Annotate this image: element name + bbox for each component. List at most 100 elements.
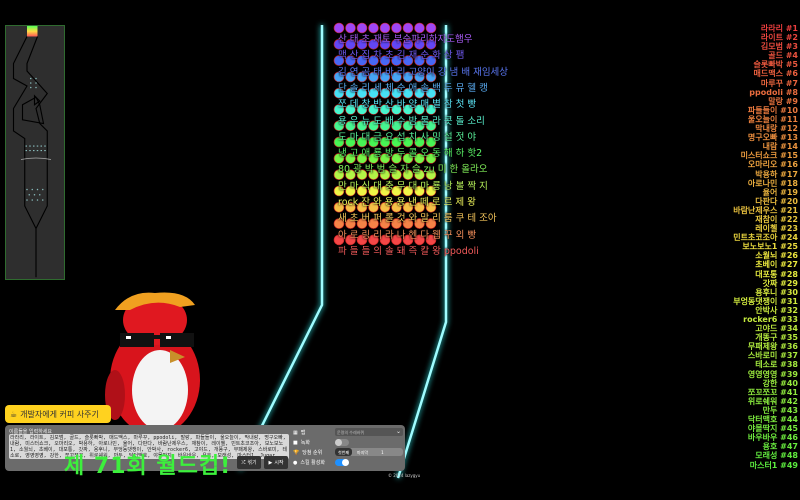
map-icon: ▦ (293, 429, 298, 436)
bomb-icon: ● (293, 459, 298, 466)
ranking-name: 레이첼 (755, 224, 778, 234)
ranking-position: #16 (777, 160, 798, 170)
marble-name-label: 파 들 들 의 솔 돼 즉 칼 왕 ppodoli (338, 245, 479, 257)
ranking-name: ppodoli (749, 87, 783, 97)
ranking-position: #35 (777, 333, 798, 343)
ranking-item: 율어 #19 (733, 188, 798, 197)
marble-name-label: rock 잔 와 용 용 낸 떼 로 르 제 왕 (338, 197, 476, 208)
ranking-item: 오마리오 #16 (733, 160, 798, 169)
skill-toggle[interactable] (335, 459, 349, 466)
winner-first-option[interactable]: 첫번째 (335, 448, 353, 456)
ranking-position: #36 (777, 342, 798, 352)
ranking-item: 고야드 #34 (733, 324, 798, 333)
ranking-list: 라라리 #1 라이트 #2 김모범 #3 골드 #4 슬롯빠박 #5 매드맥스 #6 마루꾸… (733, 24, 798, 470)
marble-name-label: 도 마 대 금 요 섭 치 사 밍 설 젓 야 (338, 131, 477, 143)
ranking-item: 갓짜 #29 (733, 279, 798, 288)
ranking-position: #45 (777, 424, 798, 434)
marble-name-label: 냉 고 애 룡 방 두 콜 오 동 해 하 핫2 (338, 148, 483, 160)
ranking-position: #31 (777, 296, 798, 306)
ranking-item: 만두 #43 (733, 406, 798, 415)
ranking-name: 내람 (762, 142, 778, 152)
ranking-item: 마스터1 #49 (733, 461, 798, 470)
ranking-name: 위로쉐워 (747, 396, 778, 406)
ranking-item: 바우바우 #46 (733, 433, 798, 442)
ranking-name: 울오늘이 (747, 114, 778, 124)
marble-name-label: 아 로 링 리 라 나 헨 다 웹 꾸 외 빵 (338, 229, 477, 241)
coffee-icon: ☕ (10, 409, 18, 419)
ranking-position: #6 (782, 69, 798, 79)
ranking-item: 말랑 #9 (733, 97, 798, 106)
ranking-position: #49 (777, 460, 798, 470)
ranking-item: 민트초코조아 #24 (733, 233, 798, 242)
ranking-position: #23 (777, 224, 798, 234)
winner-rank-input[interactable]: 1 (373, 448, 392, 456)
ranking-item: 파들들이 #10 (733, 106, 798, 115)
ranking-position: #32 (777, 305, 798, 315)
ranking-position: #34 (777, 324, 798, 334)
ranking-position: #4 (782, 51, 798, 61)
start-button[interactable]: ▶ 시작 (264, 456, 288, 469)
ranking-name: 라이트 (760, 33, 783, 43)
ranking-item: 테소로 #38 (733, 360, 798, 369)
ranking-item: rocker6 #33 (733, 315, 798, 324)
ranking-position: #47 (777, 442, 798, 452)
copyright: © 2024 lazygyu (388, 473, 421, 478)
ranking-item: 라이트 #2 (733, 33, 798, 42)
ranking-name: 명구오빠 (747, 133, 778, 143)
ranking-name: 갓짜 (762, 278, 778, 288)
ranking-item: 막내랑 #12 (733, 124, 798, 133)
ranking-item: 개똥구 #35 (733, 333, 798, 342)
play-icon: ▶ (268, 459, 273, 466)
ranking-name: 개똥구 (755, 333, 778, 343)
ranking-position: #9 (782, 96, 798, 106)
ranking-item: 무패제왕 #36 (733, 342, 798, 351)
ranking-name: 라라리 (760, 24, 783, 33)
shuffle-icon: ⤮ (241, 459, 246, 466)
ranking-item: 아로나민 #18 (733, 179, 798, 188)
ranking-item: 다판다 #20 (733, 197, 798, 206)
ranking-position: #39 (777, 369, 798, 379)
ranking-position: #22 (777, 214, 798, 224)
chevron-down-icon: ⌄ (395, 428, 401, 435)
ranking-position: #17 (777, 169, 798, 179)
ranking-name: 야몰딱지 (747, 424, 778, 434)
ranking-name: 모래성 (755, 451, 778, 461)
shuffle-button[interactable]: ⤮ 섞기 (237, 456, 261, 469)
ranking-name: 테소로 (755, 360, 778, 370)
ranking-position: #26 (777, 251, 798, 261)
ranking-name: 민트초코조아 (733, 233, 778, 243)
ranking-name: 소월뇌 (755, 251, 778, 261)
race-title: 제 71회 월드컵! (64, 454, 232, 479)
ranking-item: 위로쉐워 #42 (733, 397, 798, 406)
ranking-name: 고야드 (755, 324, 778, 334)
marble-name-label: 용 우 뉴 도 배 수 밤 물 라 콧 돌 소리 (338, 115, 485, 127)
ranking-item: 내람 #14 (733, 142, 798, 151)
ranking-name: 박용하 (755, 169, 778, 179)
winner-rank-selector: 첫번째 마지막 1 (335, 448, 403, 456)
ranking-item: 모래성 #48 (733, 451, 798, 460)
ranking-item: ppodoli #8 (733, 88, 798, 97)
ranking-position: #48 (777, 451, 798, 461)
ranking-position: #8 (782, 87, 798, 97)
camera-icon: ■ (293, 439, 298, 446)
ranking-name: 바우바우 (747, 433, 778, 443)
ranking-name: 율어 (762, 187, 778, 197)
buy-coffee-button[interactable]: ☕ 개발자에게 커피 사주기 (5, 405, 111, 423)
ranking-position: #42 (777, 396, 798, 406)
marble-name-label: 김 연 곰 태 바 리 고양이 강 냄 배 재임세상 (338, 66, 509, 78)
ranking-item: 강한 #40 (733, 379, 798, 388)
ranking-position: #44 (777, 415, 798, 425)
ranking-name: 파들들이 (747, 105, 778, 115)
record-toggle[interactable] (335, 439, 349, 446)
ranking-item: 라라리 #1 (733, 24, 798, 33)
ranking-name: 매드맥스 (753, 69, 783, 79)
map-select[interactable]: 운명의 수레바퀴 ⌄ (335, 428, 403, 436)
ranking-position: #28 (777, 269, 798, 279)
winner-last-option[interactable]: 마지막 (352, 448, 373, 456)
ranking-position: #46 (777, 433, 798, 443)
ranking-position: #10 (777, 105, 798, 115)
ranking-item: 마루꾸 #7 (733, 79, 798, 88)
ranking-item: 닥터맥호 #44 (733, 415, 798, 424)
ranking-position: #11 (777, 114, 798, 124)
ranking-position: #40 (777, 378, 798, 388)
